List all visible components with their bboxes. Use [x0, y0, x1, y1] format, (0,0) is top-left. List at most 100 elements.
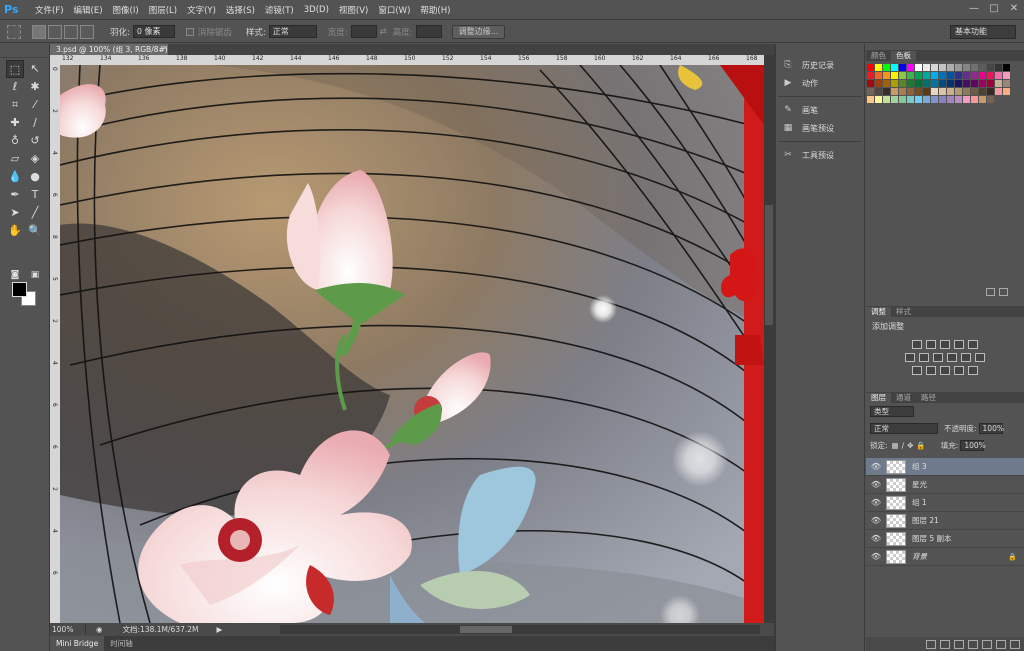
layer-style-icon[interactable]: [940, 639, 950, 649]
style-select[interactable]: 正常: [268, 25, 317, 38]
swatch-color[interactable]: [899, 72, 906, 79]
tab-mini-bridge[interactable]: Mini Bridge: [50, 636, 105, 651]
swatch-color[interactable]: [939, 88, 946, 95]
swatch-color[interactable]: [971, 80, 978, 87]
swatch-color[interactable]: [947, 88, 954, 95]
swatch-color[interactable]: [963, 64, 970, 71]
swatch-color[interactable]: [899, 88, 906, 95]
blur-tool-icon[interactable]: 💧: [6, 168, 24, 186]
visibility-eye-icon[interactable]: 👁: [866, 534, 886, 543]
swatch-color[interactable]: [1003, 88, 1010, 95]
subtract-selection-icon[interactable]: [64, 24, 78, 39]
swatch-color[interactable]: [915, 88, 922, 95]
swatch-color[interactable]: [923, 64, 930, 71]
tab-swatches[interactable]: 色板: [891, 51, 916, 61]
tab-channels[interactable]: 通道: [891, 393, 916, 403]
delete-swatch-icon[interactable]: [999, 288, 1008, 296]
lock-icon[interactable]: ▦∕✥🔒: [892, 441, 929, 450]
swatch-color[interactable]: [907, 96, 914, 103]
path-select-tool-icon[interactable]: ➤: [6, 204, 24, 222]
lasso-tool-icon[interactable]: ℓ: [6, 78, 24, 96]
visibility-eye-icon[interactable]: 👁: [866, 498, 886, 507]
gradient-map-icon[interactable]: [954, 366, 964, 375]
layer-row[interactable]: 👁 图层 21: [866, 512, 1024, 530]
swatch-color[interactable]: [987, 96, 994, 103]
swatch-color[interactable]: [891, 96, 898, 103]
add-selection-icon[interactable]: [48, 24, 62, 39]
move-tool-icon[interactable]: ↖: [26, 60, 44, 78]
swatch-color[interactable]: [939, 96, 946, 103]
width-input[interactable]: [350, 25, 377, 38]
swatch-color[interactable]: [931, 80, 938, 87]
visibility-eye-icon[interactable]: 👁: [866, 480, 886, 489]
panel-actions[interactable]: ▶ 动作: [782, 75, 818, 91]
menu-select[interactable]: 选择(S): [221, 4, 260, 16]
swatch-color[interactable]: [891, 88, 898, 95]
menu-image[interactable]: 图像(I): [108, 4, 144, 16]
swatch-color[interactable]: [939, 80, 946, 87]
minimize-button[interactable]: —: [964, 0, 984, 18]
bucket-tool-icon[interactable]: ◈: [26, 150, 44, 168]
layer-mask-icon[interactable]: [954, 639, 964, 649]
eraser-tool-icon[interactable]: ▱: [6, 150, 24, 168]
history-brush-tool-icon[interactable]: ↺: [26, 132, 44, 150]
swatch-color[interactable]: [963, 80, 970, 87]
maximize-button[interactable]: □: [984, 0, 1004, 18]
foreground-color-swatch[interactable]: [12, 282, 27, 297]
eyedropper-tool-icon[interactable]: ⁄: [26, 96, 44, 114]
panel-brush[interactable]: ✎ 画笔: [782, 102, 818, 118]
panel-history[interactable]: ⎘ 历史记录: [782, 57, 834, 73]
invert-icon[interactable]: [912, 366, 922, 375]
swatch-color[interactable]: [963, 72, 970, 79]
swatch-color[interactable]: [971, 96, 978, 103]
horizontal-scrollbar[interactable]: [280, 625, 760, 634]
swatch-color[interactable]: [867, 88, 874, 95]
swatch-color[interactable]: [923, 80, 930, 87]
new-swatch-icon[interactable]: [986, 288, 995, 296]
horizontal-scroll-thumb[interactable]: [460, 626, 512, 633]
type-tool-icon[interactable]: T: [26, 186, 44, 204]
swatch-color[interactable]: [923, 96, 930, 103]
menu-help[interactable]: 帮助(H): [415, 4, 455, 16]
swatch-color[interactable]: [1003, 64, 1010, 71]
swatch-color[interactable]: [883, 64, 890, 71]
swatch-color[interactable]: [875, 88, 882, 95]
swatch-color[interactable]: [963, 96, 970, 103]
swatch-color[interactable]: [867, 72, 874, 79]
menu-window[interactable]: 窗口(W): [373, 4, 415, 16]
brightness-icon[interactable]: [912, 340, 922, 349]
swatch-color[interactable]: [891, 64, 898, 71]
swatch-color[interactable]: [939, 72, 946, 79]
menu-3d[interactable]: 3D(D): [299, 5, 334, 15]
channel-mixer-icon[interactable]: [961, 353, 971, 362]
zoom-level[interactable]: 100%: [50, 625, 86, 634]
swatch-color[interactable]: [907, 72, 914, 79]
swatch-color[interactable]: [907, 80, 914, 87]
swatch-color[interactable]: [883, 96, 890, 103]
swatch-color[interactable]: [979, 88, 986, 95]
swatch-color[interactable]: [987, 72, 994, 79]
swatch-color[interactable]: [931, 88, 938, 95]
status-info-icon[interactable]: ◉: [96, 625, 103, 634]
color-lookup-icon[interactable]: [975, 353, 985, 362]
panel-brush-presets[interactable]: ▦ 画笔预设: [782, 120, 834, 136]
swatch-color[interactable]: [947, 72, 954, 79]
quick-mask-icon[interactable]: ◙: [6, 266, 24, 284]
new-layer-icon[interactable]: [996, 639, 1006, 649]
swatch-color[interactable]: [995, 80, 1002, 87]
menu-filter[interactable]: 滤镜(T): [260, 4, 299, 16]
close-button[interactable]: ✕: [1004, 0, 1024, 18]
swatch-color[interactable]: [987, 80, 994, 87]
layer-row[interactable]: 👁 背景 🔒: [866, 548, 1024, 566]
hand-tool-icon[interactable]: ✋: [6, 222, 24, 240]
swatch-color[interactable]: [883, 88, 890, 95]
swatch-color[interactable]: [979, 96, 986, 103]
panel-tool-presets[interactable]: ✂ 工具预设: [782, 147, 834, 163]
zoom-tool-icon[interactable]: 🔍: [26, 222, 44, 240]
layer-filter-select[interactable]: 类型: [870, 406, 914, 417]
swatch-color[interactable]: [987, 64, 994, 71]
vertical-scroll-thumb[interactable]: [765, 205, 773, 325]
swatch-color[interactable]: [907, 64, 914, 71]
pen-tool-icon[interactable]: ✒: [6, 186, 24, 204]
swatch-color[interactable]: [867, 64, 874, 71]
